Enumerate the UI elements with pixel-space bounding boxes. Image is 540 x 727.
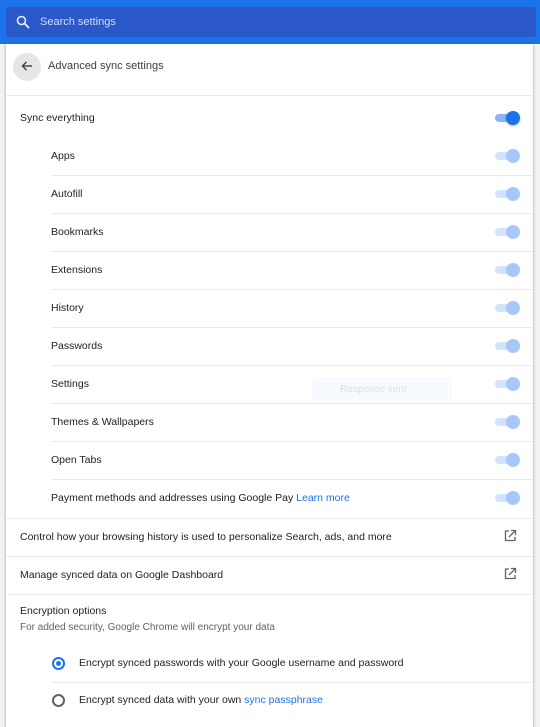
dashboard-link-label: Manage synced data on Google Dashboard <box>20 569 224 581</box>
search-icon <box>15 14 31 30</box>
apps-toggle[interactable] <box>494 149 520 163</box>
sync-everything-toggle[interactable] <box>494 111 520 125</box>
toast: Response sent <box>312 377 452 401</box>
sync-item-extensions: Extensions <box>6 251 533 289</box>
divider <box>6 594 533 595</box>
back-button[interactable] <box>13 53 41 81</box>
divider <box>51 682 533 683</box>
dashboard-link-row[interactable]: Manage synced data on Google Dashboard <box>6 556 533 594</box>
top-bar <box>0 0 540 44</box>
payments-label: Payment methods and addresses using Goog… <box>51 492 294 504</box>
sync-item-payments: Payment methods and addresses using Goog… <box>6 479 533 517</box>
passwords-toggle[interactable] <box>494 339 520 353</box>
page-title: Advanced sync settings <box>48 60 164 72</box>
sync-item-themes: Themes & Wallpapers <box>6 403 533 441</box>
open-external-icon <box>503 529 519 545</box>
divider <box>6 95 533 96</box>
sync-item-autofill: Autofill <box>6 175 533 213</box>
sync-item-label: History <box>51 302 84 314</box>
history-toggle[interactable] <box>494 301 520 315</box>
settings-card: Advanced sync settings Sync everything A… <box>6 44 533 727</box>
sync-item-open-tabs: Open Tabs <box>6 441 533 479</box>
search-input[interactable] <box>40 16 500 28</box>
encrypt-google-radio[interactable] <box>52 657 65 670</box>
sync-item-label: Autofill <box>51 188 83 200</box>
sync-everything-label: Sync everything <box>20 112 95 124</box>
personalize-link-row[interactable]: Control how your browsing history is use… <box>6 518 533 556</box>
learn-more-link[interactable]: Learn more <box>296 492 350 504</box>
open-external-icon <box>503 567 519 583</box>
open-tabs-toggle[interactable] <box>494 453 520 467</box>
sync-item-history: History <box>6 289 533 327</box>
themes-toggle[interactable] <box>494 415 520 429</box>
encrypt-passphrase-text: Encrypt synced data with your own <box>79 694 245 706</box>
encrypt-passphrase-label: Encrypt synced data with your own sync p… <box>79 694 323 706</box>
encryption-description: For added security, Google Chrome will e… <box>20 622 275 633</box>
extensions-toggle[interactable] <box>494 263 520 277</box>
sync-item-settings: Settings <box>6 365 533 403</box>
sync-item-label: Themes & Wallpapers <box>51 416 154 428</box>
sync-passphrase-link[interactable]: sync passphrase <box>244 694 323 706</box>
arrow-back-icon <box>21 60 33 75</box>
sync-item-label: Apps <box>51 150 75 162</box>
sync-item-label: Open Tabs <box>51 454 102 466</box>
sync-item-label: Passwords <box>51 340 103 352</box>
sync-item-label: Settings <box>51 378 89 390</box>
sync-item-label: Bookmarks <box>51 226 104 238</box>
payments-toggle[interactable] <box>494 491 520 505</box>
bookmarks-toggle[interactable] <box>494 225 520 239</box>
sync-item-bookmarks: Bookmarks <box>6 213 533 251</box>
encrypt-passphrase-radio[interactable] <box>52 694 65 707</box>
sync-item-label: Payment methods and addresses using Goog… <box>51 492 350 504</box>
personalize-link-label: Control how your browsing history is use… <box>20 531 392 543</box>
sync-item-apps: Apps <box>6 137 533 175</box>
settings-toggle[interactable] <box>494 377 520 391</box>
search-box[interactable] <box>6 7 536 37</box>
autofill-toggle[interactable] <box>494 187 520 201</box>
sync-everything-row: Sync everything <box>6 99 533 137</box>
sync-item-passwords: Passwords <box>6 327 533 365</box>
encryption-title: Encryption options <box>20 605 107 617</box>
encrypt-google-label: Encrypt synced passwords with your Googl… <box>79 657 404 669</box>
sync-item-label: Extensions <box>51 264 103 276</box>
